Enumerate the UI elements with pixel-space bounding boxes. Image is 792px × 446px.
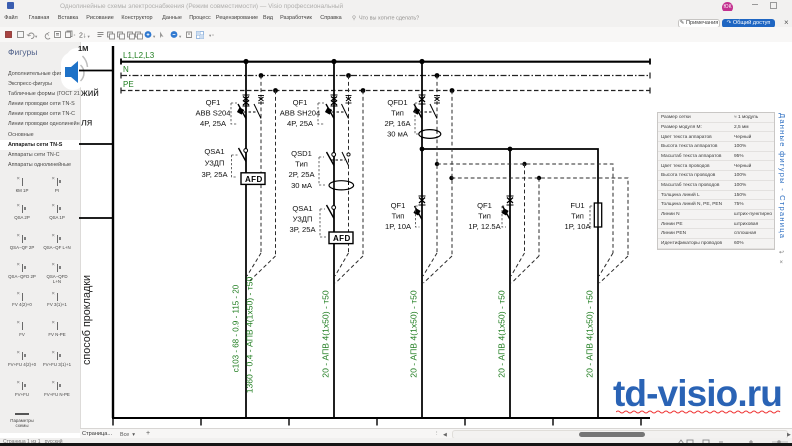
svg-text:QSA1: QSA1 <box>204 147 224 156</box>
svg-text:QF1: QF1 <box>477 201 492 210</box>
svg-text:Тип: Тип <box>392 212 405 221</box>
svg-text:ABB S204: ABB S204 <box>195 109 230 118</box>
svg-text:2P, 16А: 2P, 16А <box>384 119 411 128</box>
svg-text:AFD: AFD <box>333 234 351 243</box>
svg-text:QF1: QF1 <box>206 98 221 107</box>
svg-text:Тип: Тип <box>478 212 491 221</box>
svg-text:20 - АПВ 4(1х50) - т50: 20 - АПВ 4(1х50) - т50 <box>585 290 595 378</box>
svg-text:ля: ля <box>81 118 92 129</box>
svg-text:жий: жий <box>81 88 99 99</box>
svg-text:1P, 12.5А: 1P, 12.5А <box>468 222 501 231</box>
svg-text:AFD: AFD <box>245 175 263 184</box>
svg-text:L1,L2,L3: L1,L2,L3 <box>123 51 155 60</box>
svg-text:1P, 10А: 1P, 10А <box>564 222 591 231</box>
svg-text:Тип: Тип <box>295 160 308 169</box>
svg-text:ABB SH204: ABB SH204 <box>280 109 321 118</box>
svg-text:20 - АПВ 4(1х50) - т50: 20 - АПВ 4(1х50) - т50 <box>497 290 507 378</box>
svg-text:способ прокладки: способ прокладки <box>81 275 93 365</box>
svg-text:QSD1: QSD1 <box>291 149 312 158</box>
svg-text:Тип: Тип <box>571 212 584 221</box>
svg-text:PE: PE <box>123 80 134 89</box>
svg-text:Тип: Тип <box>391 109 404 118</box>
svg-text:N: N <box>123 65 129 74</box>
svg-text:FU1: FU1 <box>570 201 584 210</box>
svg-text:1М: 1М <box>78 44 88 53</box>
svg-text:QF1: QF1 <box>293 98 308 107</box>
svg-text:УЗДП: УЗДП <box>293 215 313 224</box>
svg-text:с103 - 68 - 0.9 - 115 - 20: с103 - 68 - 0.9 - 115 - 20 <box>232 284 241 372</box>
svg-text:1P, 10А: 1P, 10А <box>385 222 412 231</box>
svg-text:20 - АПВ 4(1х50) - т50: 20 - АПВ 4(1х50) - т50 <box>409 290 419 378</box>
svg-text:3P, 25А: 3P, 25А <box>201 170 228 179</box>
svg-text:2P, 25А: 2P, 25А <box>288 170 315 179</box>
svg-text:30 мА: 30 мА <box>291 181 313 190</box>
svg-text:3P, 25А: 3P, 25А <box>289 225 316 234</box>
svg-text:QFD1: QFD1 <box>387 98 407 107</box>
svg-text:1360 - 0.4 - АПВ 4(1х50) - т50: 1360 - 0.4 - АПВ 4(1х50) - т50 <box>245 277 255 394</box>
svg-text:20 - АПВ 4(1х50) - т50: 20 - АПВ 4(1х50) - т50 <box>321 290 331 378</box>
svg-text:4P, 25А: 4P, 25А <box>200 119 227 128</box>
svg-text:QF1: QF1 <box>391 201 406 210</box>
svg-text:4P, 25А: 4P, 25А <box>287 119 314 128</box>
svg-text:QSA1: QSA1 <box>292 204 312 213</box>
svg-text:30 мА: 30 мА <box>387 130 409 139</box>
svg-text:УЗДП: УЗДП <box>205 159 225 168</box>
